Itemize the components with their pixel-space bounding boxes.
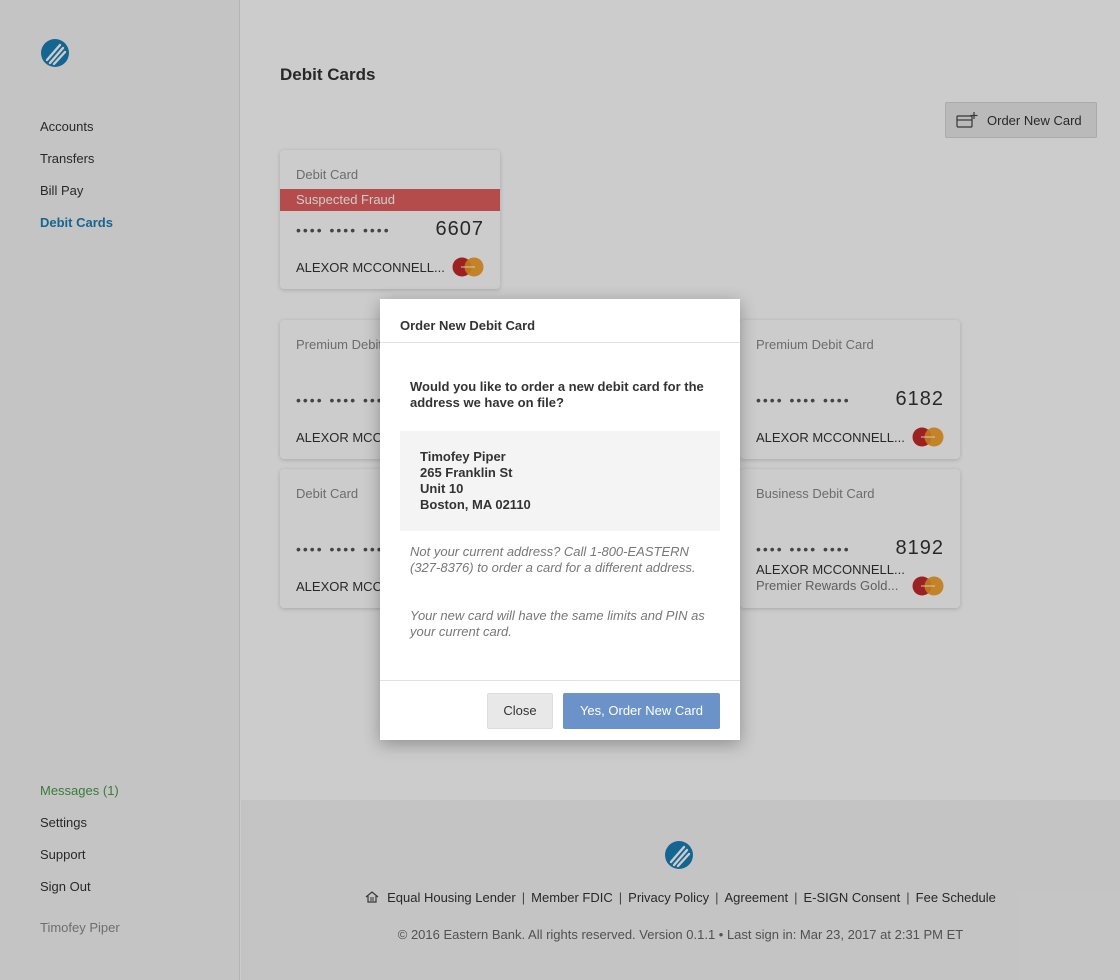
- modal-footer: Close Yes, Order New Card: [380, 680, 740, 740]
- address-on-file: Timofey Piper 265 Franklin St Unit 10 Bo…: [400, 431, 720, 531]
- address-line-name: Timofey Piper: [420, 449, 506, 464]
- card-limits-note: Your new card will have the same limits …: [410, 608, 705, 639]
- modal-title: Order New Debit Card: [380, 299, 740, 343]
- close-button[interactable]: Close: [487, 693, 553, 729]
- modal-question: Would you like to order a new debit card…: [410, 379, 704, 410]
- address-line-unit: Unit 10: [420, 481, 464, 496]
- address-line-street: 265 Franklin St: [420, 465, 513, 480]
- order-card-modal: Order New Debit Card Would you like to o…: [380, 299, 740, 740]
- address-line-city: Boston, MA 02110: [420, 497, 531, 512]
- address-change-note: Not your current address? Call 1-800-EAS…: [410, 544, 696, 575]
- confirm-order-button[interactable]: Yes, Order New Card: [563, 693, 720, 729]
